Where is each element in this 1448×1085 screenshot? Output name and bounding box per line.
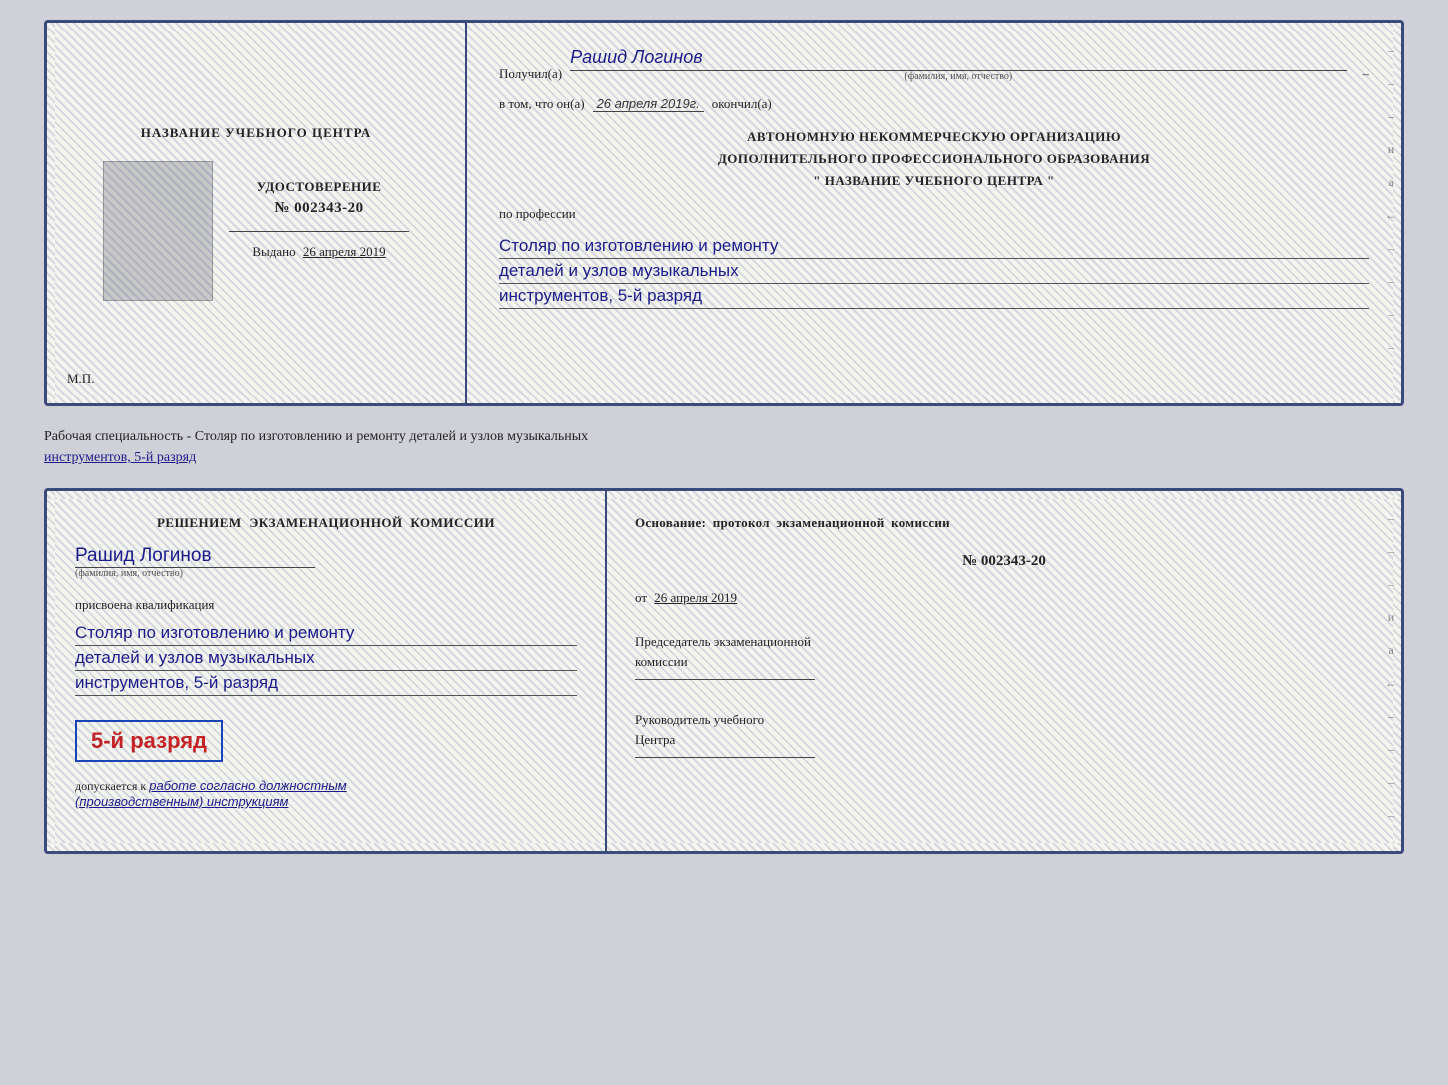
bottom-name-sub-label: (фамилия, имя, отчество)	[75, 568, 183, 579]
director-label: Руководитель учебного Центра	[635, 710, 1373, 749]
qual-line1: Столяр по изготовлению и ремонту	[75, 623, 577, 646]
cert-number: № 002343-20	[274, 200, 363, 216]
director-sign-line	[635, 757, 815, 758]
right-margin-dashes: – – – и а ← – – – –	[1381, 23, 1401, 403]
profession-label: по профессии	[499, 206, 1369, 222]
allowed-text-italic: работе согласно должностным	[149, 778, 346, 793]
specialty-text: Рабочая специальность - Столяр по изгото…	[44, 429, 588, 444]
specialty-caption: Рабочая специальность - Столяр по изгото…	[44, 422, 1404, 472]
qual-line3: инструментов, 5-й разряд	[75, 673, 577, 696]
allowed-text2-italic: (производственным) инструкциям	[75, 794, 288, 809]
bottom-right-panel: Основание: протокол экзаменационной коми…	[607, 491, 1401, 851]
mp-label: М.П.	[67, 371, 94, 387]
top-document-card: НАЗВАНИЕ УЧЕБНОГО ЦЕНТРА УДОСТОВЕРЕНИЕ №…	[44, 20, 1404, 406]
qualification-lines: Столяр по изготовлению и ремонту деталей…	[75, 623, 577, 698]
basis-label: Основание: протокол экзаменационной коми…	[635, 515, 1373, 531]
name-sub-label: (фамилия, имя, отчество)	[570, 71, 1346, 82]
top-left-center-title: НАЗВАНИЕ УЧЕБНОГО ЦЕНТРА	[141, 125, 372, 141]
photo-placeholder	[103, 161, 213, 301]
profession-line2: деталей и узлов музыкальных	[499, 261, 1369, 284]
chairman-block: Председатель экзаменационной комиссии	[635, 632, 1373, 680]
qual-line2: деталей и узлов музыкальных	[75, 648, 577, 671]
assigned-label: присвоена квалификация	[75, 597, 577, 613]
profession-line3: инструментов, 5-й разряд	[499, 286, 1369, 309]
stamp-text: 5-й разряд	[91, 728, 207, 754]
top-right-panel: Получил(а) Рашид Логинов (фамилия, имя, …	[467, 23, 1401, 403]
issued-date-row: Выдано 26 апреля 2019	[252, 244, 385, 260]
recipient-name: Рашид Логинов	[570, 47, 1346, 71]
stamp-box: 5-й разряд	[75, 720, 223, 762]
bottom-right-margin-dashes: – – – и а ← – – – –	[1381, 491, 1401, 851]
chairman-label: Председатель экзаменационной комиссии	[635, 632, 1373, 671]
stamp-area: 5-й разряд	[75, 716, 577, 762]
cert-label: УДОСТОВЕРЕНИЕ № 002343-20	[257, 177, 382, 219]
profession-line1: Столяр по изготовлению и ремонту	[499, 236, 1369, 259]
completed-row: в том, что он(а) 26 апреля 2019г. окончи…	[499, 96, 1369, 112]
bottom-person-name: Рашид Логинов	[75, 545, 212, 567]
from-date: 26 апреля 2019	[654, 590, 737, 605]
completed-suffix: окончил(а)	[712, 96, 772, 112]
from-date-row: от 26 апреля 2019	[635, 590, 1373, 606]
issued-date: 26 апреля 2019	[303, 244, 386, 259]
received-label: Получил(а)	[499, 66, 562, 82]
protocol-number: № 002343-20	[635, 553, 1373, 570]
bottom-left-panel: Решением экзаменационной комиссии Рашид …	[47, 491, 607, 851]
org-block: АВТОНОМНУЮ НЕКОММЕРЧЕСКУЮ ОРГАНИЗАЦИЮ ДО…	[499, 126, 1369, 192]
completed-date: 26 апреля 2019г.	[593, 96, 704, 112]
bottom-document-card: Решением экзаменационной комиссии Рашид …	[44, 488, 1404, 854]
chairman-sign-line	[635, 679, 815, 680]
decision-text: Решением экзаменационной комиссии	[75, 515, 577, 531]
profession-lines: Столяр по изготовлению и ремонту деталей…	[499, 236, 1369, 311]
director-block: Руководитель учебного Центра	[635, 710, 1373, 758]
recipient-row: Получил(а) Рашид Логинов (фамилия, имя, …	[499, 47, 1369, 82]
specialty-text2: инструментов, 5-й разряд	[44, 450, 196, 465]
completed-label: в том, что он(а)	[499, 96, 585, 112]
allowed-text-row: допускается к работе согласно должностны…	[75, 778, 577, 810]
top-left-panel: НАЗВАНИЕ УЧЕБНОГО ЦЕНТРА УДОСТОВЕРЕНИЕ №…	[47, 23, 467, 403]
